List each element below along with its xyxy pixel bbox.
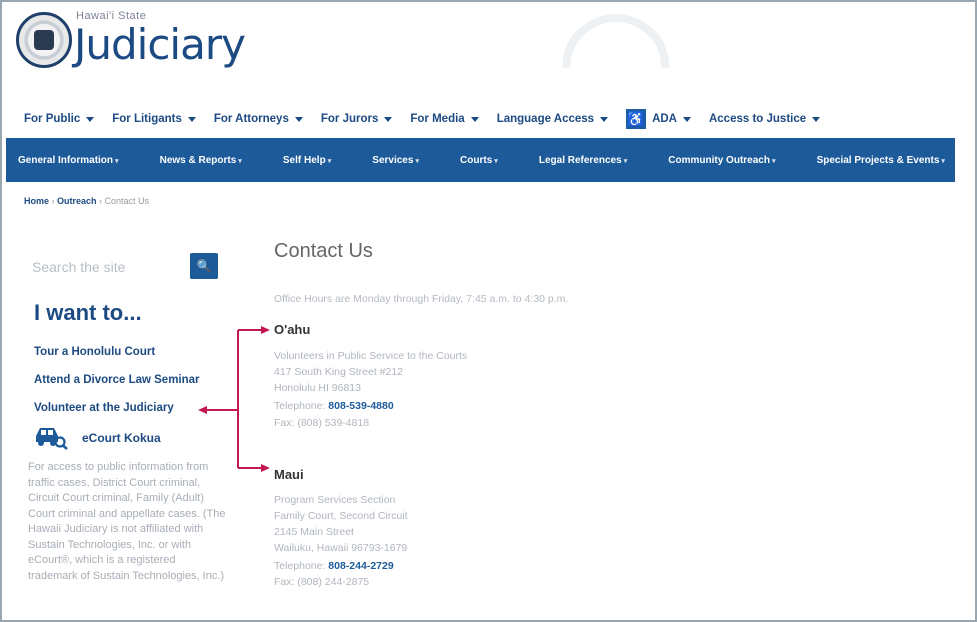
search-icon: 🔍 <box>196 259 212 273</box>
header-watermark: ◠ <box>562 0 670 138</box>
office-line: Family Court, Second Circuit <box>274 510 408 522</box>
main-nav-label: Services <box>372 154 414 166</box>
main-nav-self-help[interactable]: Self Help ▾ <box>283 155 331 166</box>
office-line: 417 South King Street #212 <box>274 366 404 378</box>
main-nav-label: Legal References <box>538 154 622 166</box>
main-nav-bar: General Information ▾ News & Reports ▾ Sel… <box>6 138 955 182</box>
office-heading-oahu: O'ahu <box>274 322 311 337</box>
office-phone-row: Telephone: 808-244-2729 <box>274 560 394 572</box>
breadcrumb-separator: › <box>96 196 105 206</box>
main-nav-label: Special Projects & Events <box>816 154 940 166</box>
main-nav-special-projects[interactable]: Special Projects & Events ▾ <box>817 155 945 166</box>
brand-title: Judiciary <box>74 20 246 69</box>
top-nav-label: For Jurors <box>320 113 379 125</box>
top-nav-access-to-justice[interactable]: Access to Justice <box>708 113 821 125</box>
main-nav-courts[interactable]: Courts ▾ <box>460 155 498 166</box>
main-nav-label: News & Reports <box>159 154 237 166</box>
main-nav-general-information[interactable]: General Information ▾ <box>18 155 119 166</box>
top-nav: For Public For Litigants For Attorneys F… <box>24 108 955 130</box>
top-nav-label: Language Access <box>496 113 595 125</box>
main-nav-label: Community Outreach <box>668 154 770 166</box>
caret-down-icon <box>682 116 691 122</box>
link-volunteer-judiciary[interactable]: Volunteer at the Judiciary <box>34 402 174 414</box>
office-fax: Fax: (808) 244-2875 <box>274 576 370 588</box>
state-seal-icon <box>16 12 72 68</box>
caret-down-icon <box>294 116 303 122</box>
office-hours: Office Hours are Monday through Friday, … <box>274 293 569 305</box>
breadcrumb: Home › Outreach › Contact Us <box>24 196 149 206</box>
main-nav-news-reports[interactable]: News & Reports ▾ <box>160 155 242 166</box>
arrow-head-right-icon <box>261 464 270 472</box>
top-nav-label: Access to Justice <box>708 113 807 125</box>
page-title: Contact Us <box>274 240 373 262</box>
site-logo[interactable]: Hawai'i State Judiciary <box>12 8 312 78</box>
top-nav-label: For Litigants <box>112 113 182 125</box>
phone-label: Telephone: <box>274 400 329 412</box>
caret-down-icon <box>384 116 393 122</box>
wheelchair-icon: ♿ <box>626 109 647 129</box>
phone-link-oahu[interactable]: 808-539-4880 <box>328 400 393 412</box>
caret-down-icon <box>600 116 609 122</box>
top-nav-label: For Media <box>410 113 465 125</box>
top-nav-for-media[interactable]: For Media <box>410 113 479 125</box>
phone-link-maui[interactable]: 808-244-2729 <box>328 560 393 572</box>
ecourt-kokua-link[interactable]: eCourt Kokua <box>82 431 161 445</box>
top-nav-label: For Public <box>24 113 81 125</box>
office-line: 2145 Main Street <box>274 526 354 538</box>
main-nav-community-outreach[interactable]: Community Outreach ▾ <box>668 155 775 166</box>
link-tour-honolulu-court[interactable]: Tour a Honolulu Court <box>34 346 155 358</box>
link-divorce-law-seminar[interactable]: Attend a Divorce Law Seminar <box>34 374 200 386</box>
arrow-head-left-icon <box>198 406 207 414</box>
office-line: Wailuku, Hawaii 96793-1679 <box>274 542 408 554</box>
ecourt-car-search-icon[interactable] <box>34 424 68 450</box>
office-line: Volunteers in Public Service to the Cour… <box>274 350 468 362</box>
top-nav-for-jurors[interactable]: For Jurors <box>321 113 393 125</box>
breadcrumb-home[interactable]: Home <box>24 196 49 206</box>
top-nav-for-public[interactable]: For Public <box>24 113 95 125</box>
main-nav-services[interactable]: Services ▾ <box>372 155 419 166</box>
office-heading-maui: Maui <box>274 467 304 482</box>
breadcrumb-separator: › <box>49 196 58 206</box>
breadcrumb-outreach[interactable]: Outreach <box>57 196 97 206</box>
main-nav-label: Courts <box>460 154 493 166</box>
caret-down-icon <box>812 116 821 122</box>
caret-down-icon <box>470 116 479 122</box>
i-want-to-heading: I want to... <box>34 300 142 325</box>
top-nav-language-access[interactable]: Language Access <box>496 113 609 125</box>
top-nav-ada[interactable]: ♿ ADA <box>626 109 691 129</box>
office-line: Program Services Section <box>274 494 396 506</box>
breadcrumb-current: Contact Us <box>104 196 150 206</box>
caret-down-icon <box>187 116 196 122</box>
top-nav-for-attorneys[interactable]: For Attorneys <box>214 113 303 125</box>
page-frame: ◠ Hawai'i State Judiciary For Public For… <box>0 0 977 622</box>
main-nav-label: Self Help <box>282 154 326 166</box>
main-nav-legal-references[interactable]: Legal References ▾ <box>539 155 627 166</box>
site-search-input[interactable] <box>32 252 182 282</box>
office-phone-row: Telephone: 808-539-4880 <box>274 400 394 412</box>
office-line: Honolulu HI 96813 <box>274 382 361 394</box>
office-fax: Fax: (808) 539-4818 <box>274 417 370 429</box>
top-nav-label: ADA <box>652 113 677 125</box>
top-nav-for-litigants[interactable]: For Litigants <box>112 113 196 125</box>
arrow-head-right-icon <box>261 326 270 334</box>
phone-label: Telephone: <box>274 560 329 572</box>
ecourt-description: For access to public information from tr… <box>28 461 226 582</box>
main-nav-label: General Information <box>18 154 114 166</box>
caret-down-icon <box>86 116 95 122</box>
search-button[interactable]: 🔍 <box>190 253 218 279</box>
top-nav-label: For Attorneys <box>213 113 289 125</box>
